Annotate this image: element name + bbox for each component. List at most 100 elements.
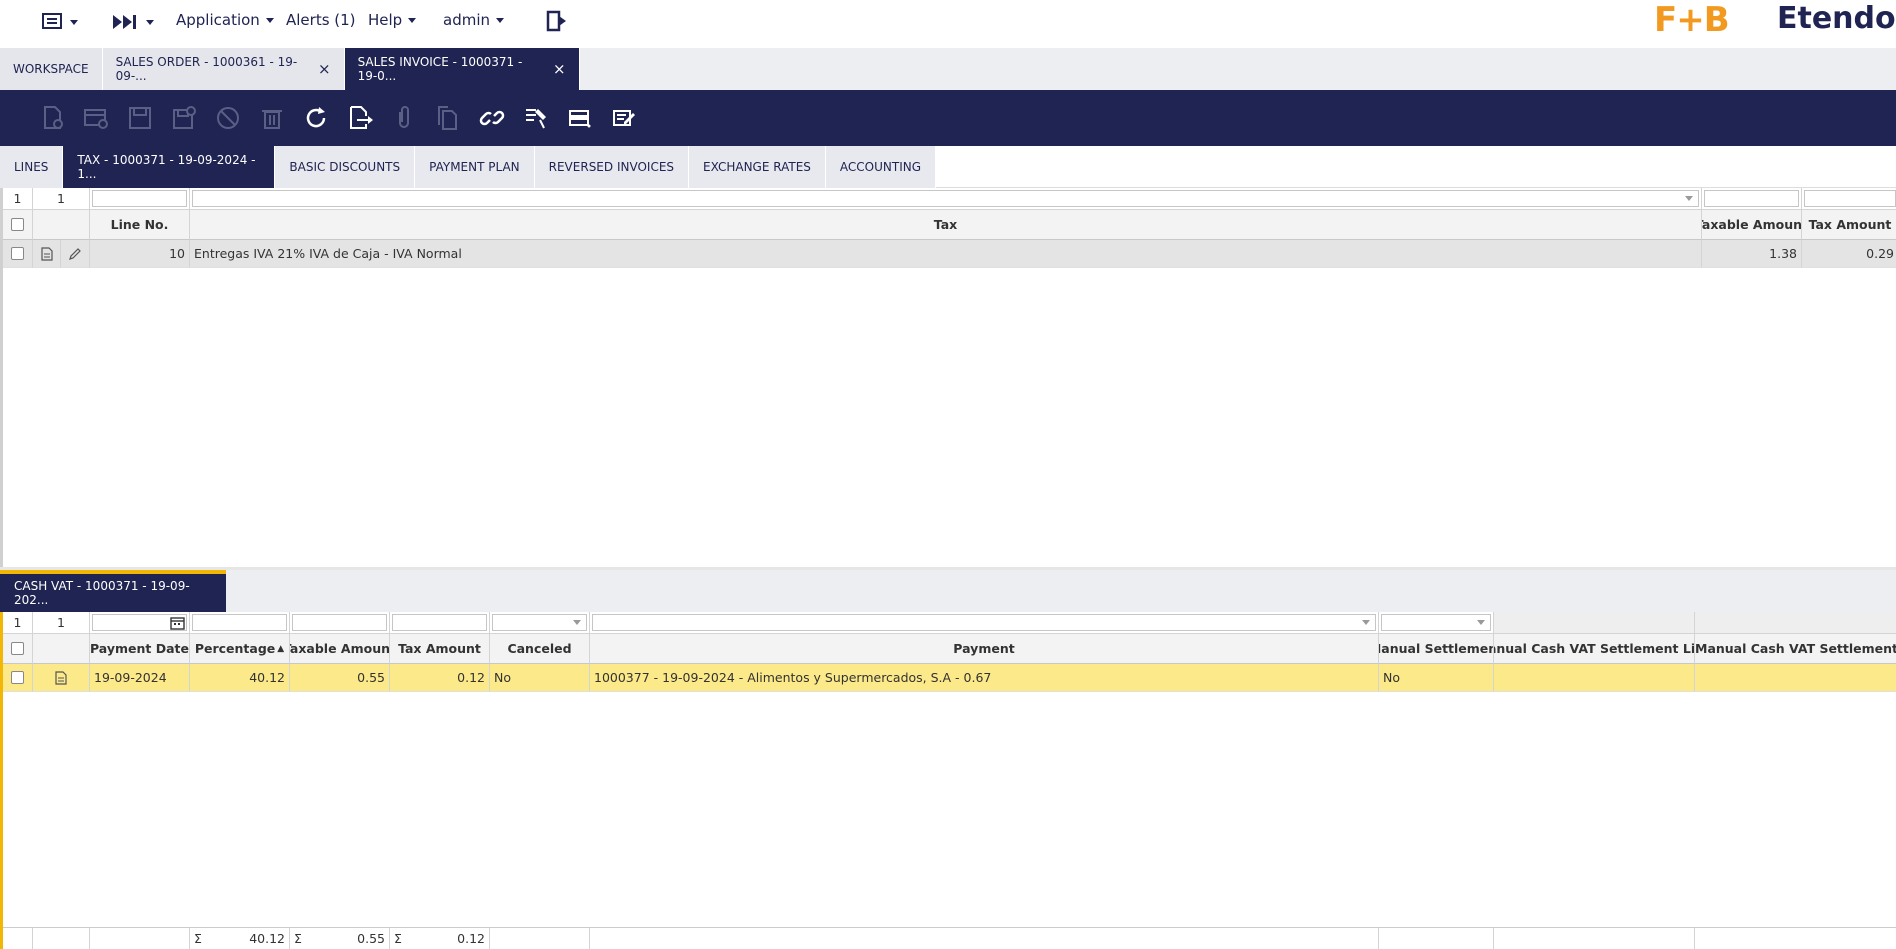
cell-manual-line	[1494, 664, 1695, 692]
filter-payment-date[interactable]	[90, 612, 190, 634]
select-all-checkbox[interactable]	[11, 642, 24, 655]
header-tax[interactable]: Tax	[190, 210, 1702, 240]
grid-view-button[interactable]	[558, 90, 602, 146]
refresh-button[interactable]	[294, 90, 338, 146]
tab-reversed-invoices[interactable]: REVERSED INVOICES	[534, 146, 690, 188]
link-button[interactable]	[470, 90, 514, 146]
menu-help-label: Help	[368, 11, 403, 29]
cell-tax-amount: 0.29	[1802, 240, 1896, 268]
menu-user[interactable]: admin	[443, 11, 504, 29]
save-button[interactable]	[118, 90, 162, 146]
tab-basic-discounts[interactable]: BASIC DISCOUNTS	[275, 146, 416, 188]
export-button[interactable]	[338, 90, 382, 146]
tab-tax[interactable]: TAX - 1000371 - 19-09-2024 - 1...	[63, 146, 276, 188]
undo-button[interactable]	[206, 90, 250, 146]
filter-manual-settlement[interactable]	[1379, 612, 1494, 634]
tab-label: BASIC DISCOUNTS	[289, 160, 401, 174]
list-menu-icon	[42, 13, 62, 29]
header-payment[interactable]: Payment	[590, 634, 1379, 664]
menu-application-label: Application	[176, 11, 260, 29]
header-manual-settlement[interactable]: Manual Settlement	[1379, 634, 1494, 664]
row-checkbox[interactable]	[11, 247, 24, 260]
row-checkbox[interactable]	[11, 671, 24, 684]
window-tabs: WORKSPACE SALES ORDER - 1000361 - 19-09-…	[0, 48, 1896, 90]
tab-label: LINES	[14, 160, 49, 174]
clone-button[interactable]	[426, 90, 470, 146]
menu-application[interactable]: Application	[176, 11, 274, 29]
open-form-button[interactable]	[33, 664, 90, 692]
new-document-button[interactable]	[30, 90, 74, 146]
sigma-icon: Σ	[294, 931, 302, 946]
chevron-down-icon	[70, 19, 78, 25]
notes-button[interactable]	[602, 90, 646, 146]
cell-line-no: 10	[90, 240, 190, 268]
row-counter: 1	[3, 612, 33, 634]
filter-canceled[interactable]	[490, 612, 590, 634]
header-taxable-amount[interactable]: Taxable Amount	[1702, 210, 1802, 240]
summary-percentage: Σ 40.12	[190, 927, 290, 949]
close-icon[interactable]: ×	[553, 60, 566, 78]
selected-counter: 1	[33, 188, 90, 210]
filter-tax-amount[interactable]	[390, 612, 490, 634]
header-tax-amount[interactable]: Tax Amount	[1802, 210, 1896, 240]
select-all-checkbox[interactable]	[11, 218, 24, 231]
summary-percentage-value: 40.12	[249, 931, 285, 946]
row-counter: 1	[3, 188, 33, 210]
tab-exchange-rates[interactable]: EXCHANGE RATES	[689, 146, 826, 188]
header-line-no[interactable]: Line No.	[90, 210, 190, 240]
header-percentage[interactable]: Percentage ▲	[190, 634, 290, 664]
tab-lines[interactable]: LINES	[0, 146, 64, 188]
tab-sales-invoice[interactable]: SALES INVOICE - 1000371 - 19-0... ×	[344, 48, 580, 90]
header-tax-amount[interactable]: Tax Amount	[390, 634, 490, 664]
menu-alerts[interactable]: Alerts (1)	[286, 11, 356, 29]
tab-label: SALES INVOICE - 1000371 - 19-0...	[357, 55, 523, 83]
delete-button[interactable]	[250, 90, 294, 146]
edit-row-button[interactable]	[61, 240, 90, 268]
quick-launch-button[interactable]	[112, 12, 154, 32]
tab-label: WORKSPACE	[13, 62, 89, 76]
header-canceled[interactable]: Canceled	[490, 634, 590, 664]
attach-button[interactable]	[382, 90, 426, 146]
cash-vat-grid: 1 1 Payment Date Percentage▲ Taxable Amo…	[0, 612, 1896, 949]
filter-payment[interactable]	[590, 612, 1379, 634]
calendar-icon[interactable]	[170, 616, 185, 630]
select-all-checkbox-cell[interactable]	[3, 210, 33, 240]
etendo-logo: Etendo	[1777, 0, 1896, 36]
tab-workspace[interactable]: WORKSPACE	[0, 48, 103, 90]
fb-logo: F+B	[1654, 0, 1730, 40]
select-all-checkbox-cell[interactable]	[3, 634, 33, 664]
tab-accounting[interactable]: ACCOUNTING	[825, 146, 937, 188]
save-close-button[interactable]	[162, 90, 206, 146]
header-taxable-amount[interactable]: Taxable Amount	[290, 634, 390, 664]
tab-cash-vat[interactable]: CASH VAT - 1000371 - 19-09-202...	[0, 570, 226, 612]
header-manual-line[interactable]: Manual Cash VAT Settlement Line	[1494, 634, 1695, 664]
filter-percentage[interactable]	[190, 612, 290, 634]
logout-button[interactable]	[546, 10, 568, 32]
tab-label: PAYMENT PLAN	[429, 160, 520, 174]
new-row-button[interactable]	[74, 90, 118, 146]
filter-tax[interactable]	[190, 188, 1702, 210]
top-navigation-bar: Application Alerts (1) Help admin F+B Et…	[0, 0, 1896, 48]
tools-button[interactable]	[514, 90, 558, 146]
filter-taxable-amount[interactable]	[290, 612, 390, 634]
cell-payment-date: 19-09-2024	[90, 664, 190, 692]
header-actions	[33, 634, 90, 664]
tab-sales-order[interactable]: SALES ORDER - 1000361 - 19-09-... ×	[102, 48, 345, 90]
filter-taxable-amount[interactable]	[1702, 188, 1802, 210]
cell-taxable-amount: 1.38	[1702, 240, 1802, 268]
sigma-icon: Σ	[394, 931, 402, 946]
menu-button[interactable]	[42, 12, 78, 32]
close-icon[interactable]: ×	[318, 60, 331, 78]
tab-payment-plan[interactable]: PAYMENT PLAN	[415, 146, 535, 188]
open-form-button[interactable]	[33, 240, 61, 268]
cell-tax-amount: 0.12	[390, 664, 490, 692]
menu-help[interactable]: Help	[368, 11, 417, 29]
header-payment-date[interactable]: Payment Date	[90, 634, 190, 664]
pencil-icon	[69, 247, 81, 260]
tab-label: SALES ORDER - 1000361 - 19-09-...	[115, 55, 298, 83]
filter-tax-amount[interactable]	[1802, 188, 1896, 210]
header-manual-date[interactable]: Manual Cash VAT Settlement Date	[1695, 634, 1896, 664]
filter-line-no[interactable]	[90, 188, 190, 210]
cell-percentage: 40.12	[190, 664, 290, 692]
menu-alerts-label: Alerts (1)	[286, 11, 356, 29]
